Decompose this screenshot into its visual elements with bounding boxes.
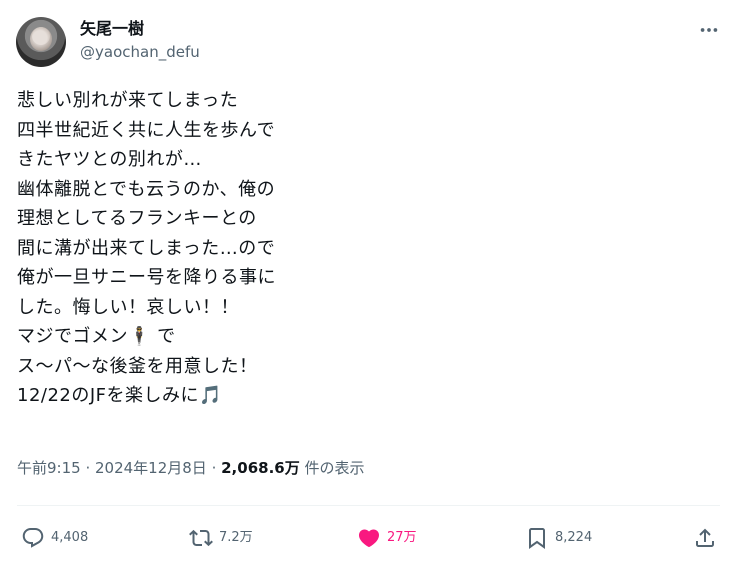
bookmark-button[interactable]: 8,224 <box>525 518 592 558</box>
post-line: 四半世紀近く共に人生を歩んで <box>17 119 276 141</box>
bookmark-icon <box>529 528 545 549</box>
post-time[interactable]: 午前9:15 <box>17 459 81 477</box>
repost-icon <box>189 529 213 547</box>
post-body: 悲しい別れが来てしまった 四半世紀近く共に人生を歩んで きたヤツとの別れが… 幽… <box>17 86 657 411</box>
divider <box>17 505 720 506</box>
post-line: きたヤツとの別れが… <box>17 149 202 170</box>
bookmark-count: 8,224 <box>555 530 593 545</box>
repost-button[interactable]: 7.2万 <box>189 518 253 558</box>
post-line: 12/22のJFを楽しみに🎵 <box>17 385 222 406</box>
reply-button[interactable]: 4,408 <box>21 518 88 558</box>
meta-separator: · <box>80 459 95 477</box>
like-button[interactable]: 27万 <box>357 518 417 558</box>
post-line: 悲しい別れが来てしまった <box>17 90 239 111</box>
avatar[interactable] <box>16 17 66 67</box>
post-line: 幽体離脱とでも云うのか、俺の <box>17 178 276 200</box>
author-name[interactable]: 矢尾一樹 <box>80 19 144 39</box>
post-line: した。悔しい！哀しい！！ <box>17 296 239 318</box>
repost-count: 7.2万 <box>219 530 253 545</box>
author-handle[interactable]: @yaochan_defu <box>80 42 200 62</box>
like-count: 27万 <box>387 530 417 545</box>
heart-icon <box>358 529 380 548</box>
post-line: マジでゴメン🕴 で <box>17 326 176 347</box>
reply-icon <box>22 528 44 548</box>
share-button[interactable] <box>693 518 717 558</box>
share-icon <box>696 528 714 547</box>
views-label: 件の表示 <box>299 459 365 477</box>
post-line: ス～パ～な後釜を用意した！ <box>17 355 258 377</box>
post-line: 理想としてるフランキーとの <box>17 208 257 229</box>
post-line: 俺が一旦サニー号を降りる事に <box>17 267 276 288</box>
action-bar: 4,408 7.2万 27万 8,224 <box>17 518 720 558</box>
post-line: 間に溝が出来てしまった…ので <box>17 237 276 259</box>
meta-separator: · <box>206 459 222 477</box>
post-meta: 午前9:15 · 2024年12月8日 · 2,068.6万 件の表示 <box>17 458 365 478</box>
views-count: 2,068.6万 <box>221 459 300 477</box>
more-button[interactable] <box>697 18 721 42</box>
reply-count: 4,408 <box>51 530 89 545</box>
more-icon <box>700 28 718 32</box>
post-date[interactable]: 2024年12月8日 <box>95 459 207 477</box>
